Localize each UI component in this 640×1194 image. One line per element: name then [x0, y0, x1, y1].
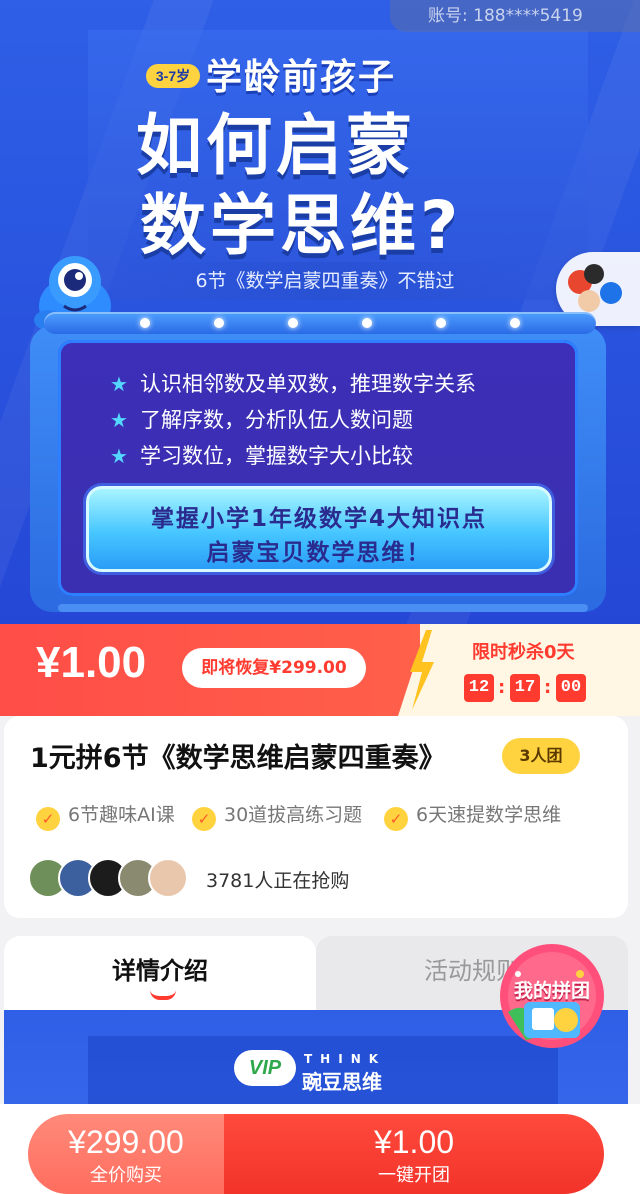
- countdown-separator: :: [498, 677, 506, 698]
- restore-price-pill: 即将恢复¥299.00: [182, 648, 366, 688]
- bullet-text: 认识相邻数及单双数，推理数字关系: [140, 372, 476, 396]
- countdown-hours: 12: [464, 674, 494, 702]
- bullet-item: ★ 学习数位，掌握数字大小比较: [110, 440, 413, 470]
- share-icon-part: [578, 290, 600, 312]
- group-label: 一键开团: [378, 1165, 450, 1186]
- rail-bulb: [362, 318, 372, 328]
- callout-line2: 启蒙宝贝数学思维！: [206, 540, 432, 566]
- star-icon: ★: [110, 372, 128, 396]
- feature-text: 30道拔高练习题: [224, 804, 363, 826]
- rail-bulb: [214, 318, 224, 328]
- start-group-button[interactable]: ¥1.00 一键开团: [224, 1114, 604, 1194]
- my-group-label: 我的拼团: [513, 980, 590, 1002]
- rail-bulb: [510, 318, 520, 328]
- hero-base: [58, 604, 588, 612]
- countdown-seconds: 00: [556, 674, 586, 702]
- full-price-button[interactable]: ¥299.00 全价购买: [28, 1114, 224, 1194]
- bullet-text: 了解序数，分析队伍人数问题: [140, 408, 413, 432]
- hero-title-line2: 数学思维?: [140, 187, 463, 264]
- buyers-count: 3781人正在抢购: [206, 870, 350, 892]
- feature-item: ✓ 30道拔高练习题: [192, 800, 362, 831]
- feature-item: ✓ 6节趣味AI课: [36, 800, 175, 831]
- bullet-item: ★ 了解序数，分析队伍人数问题: [110, 404, 413, 434]
- full-price-label: 全价购买: [90, 1165, 162, 1186]
- hero-subtitle: 6节《数学启蒙四重奏》不错过: [120, 262, 530, 300]
- page: 账号: 188****5419 3-7岁 学龄前孩子 如何启蒙 数学思维? 6节…: [0, 0, 640, 1194]
- rail-bulb: [436, 318, 446, 328]
- check-icon: ✓: [192, 807, 216, 831]
- full-price: ¥299.00: [68, 1124, 184, 1160]
- rail-bulb: [288, 318, 298, 328]
- check-icon: ✓: [36, 807, 60, 831]
- feature-text: 6天速提数学思维: [416, 804, 562, 826]
- callout-line1: 掌握小学1年级数学4大知识点: [150, 506, 487, 532]
- group-price: ¥1.00: [373, 1124, 455, 1160]
- feature-item: ✓ 6天速提数学思维: [384, 800, 561, 831]
- buyer-avatars: [28, 858, 198, 898]
- knowledge-callout: 掌握小学1年级数学4大知识点 启蒙宝贝数学思维！: [86, 486, 552, 572]
- account-info: 账号: 188****5419: [390, 0, 640, 32]
- current-price: ¥1.00: [36, 638, 147, 687]
- brand-name-en: THINK: [304, 1052, 387, 1066]
- star-icon: ★: [110, 444, 128, 468]
- light-rail: [44, 312, 596, 334]
- share-icon-part: [584, 264, 604, 284]
- account-value: 188****5419: [473, 6, 583, 26]
- share-icon-part: [600, 282, 622, 304]
- team-badge: 3人团: [502, 738, 580, 774]
- rail-bulb: [140, 318, 150, 328]
- my-group-button[interactable]: 我的拼团: [496, 940, 608, 1052]
- check-icon: ✓: [384, 807, 408, 831]
- account-label: 账号:: [428, 6, 468, 26]
- countdown-label: 限时秒杀0天: [472, 642, 575, 663]
- bullet-text: 学习数位，掌握数字大小比较: [140, 444, 413, 468]
- bullet-item: ★ 认识相邻数及单双数，推理数字关系: [110, 368, 476, 398]
- brand-logo: VIP: [234, 1050, 296, 1086]
- star-icon: ★: [110, 408, 128, 432]
- countdown-minutes: 17: [510, 674, 540, 702]
- avatar: [148, 858, 188, 898]
- brand-name-cn: 豌豆思维: [302, 1070, 382, 1094]
- lightning-icon: [398, 624, 442, 716]
- countdown-separator: :: [544, 677, 552, 698]
- age-tag: 3-7岁: [146, 64, 200, 88]
- product-title: 1元拼6节《数学思维启蒙四重奏》: [30, 743, 446, 774]
- feature-text: 6节趣味AI课: [68, 804, 175, 826]
